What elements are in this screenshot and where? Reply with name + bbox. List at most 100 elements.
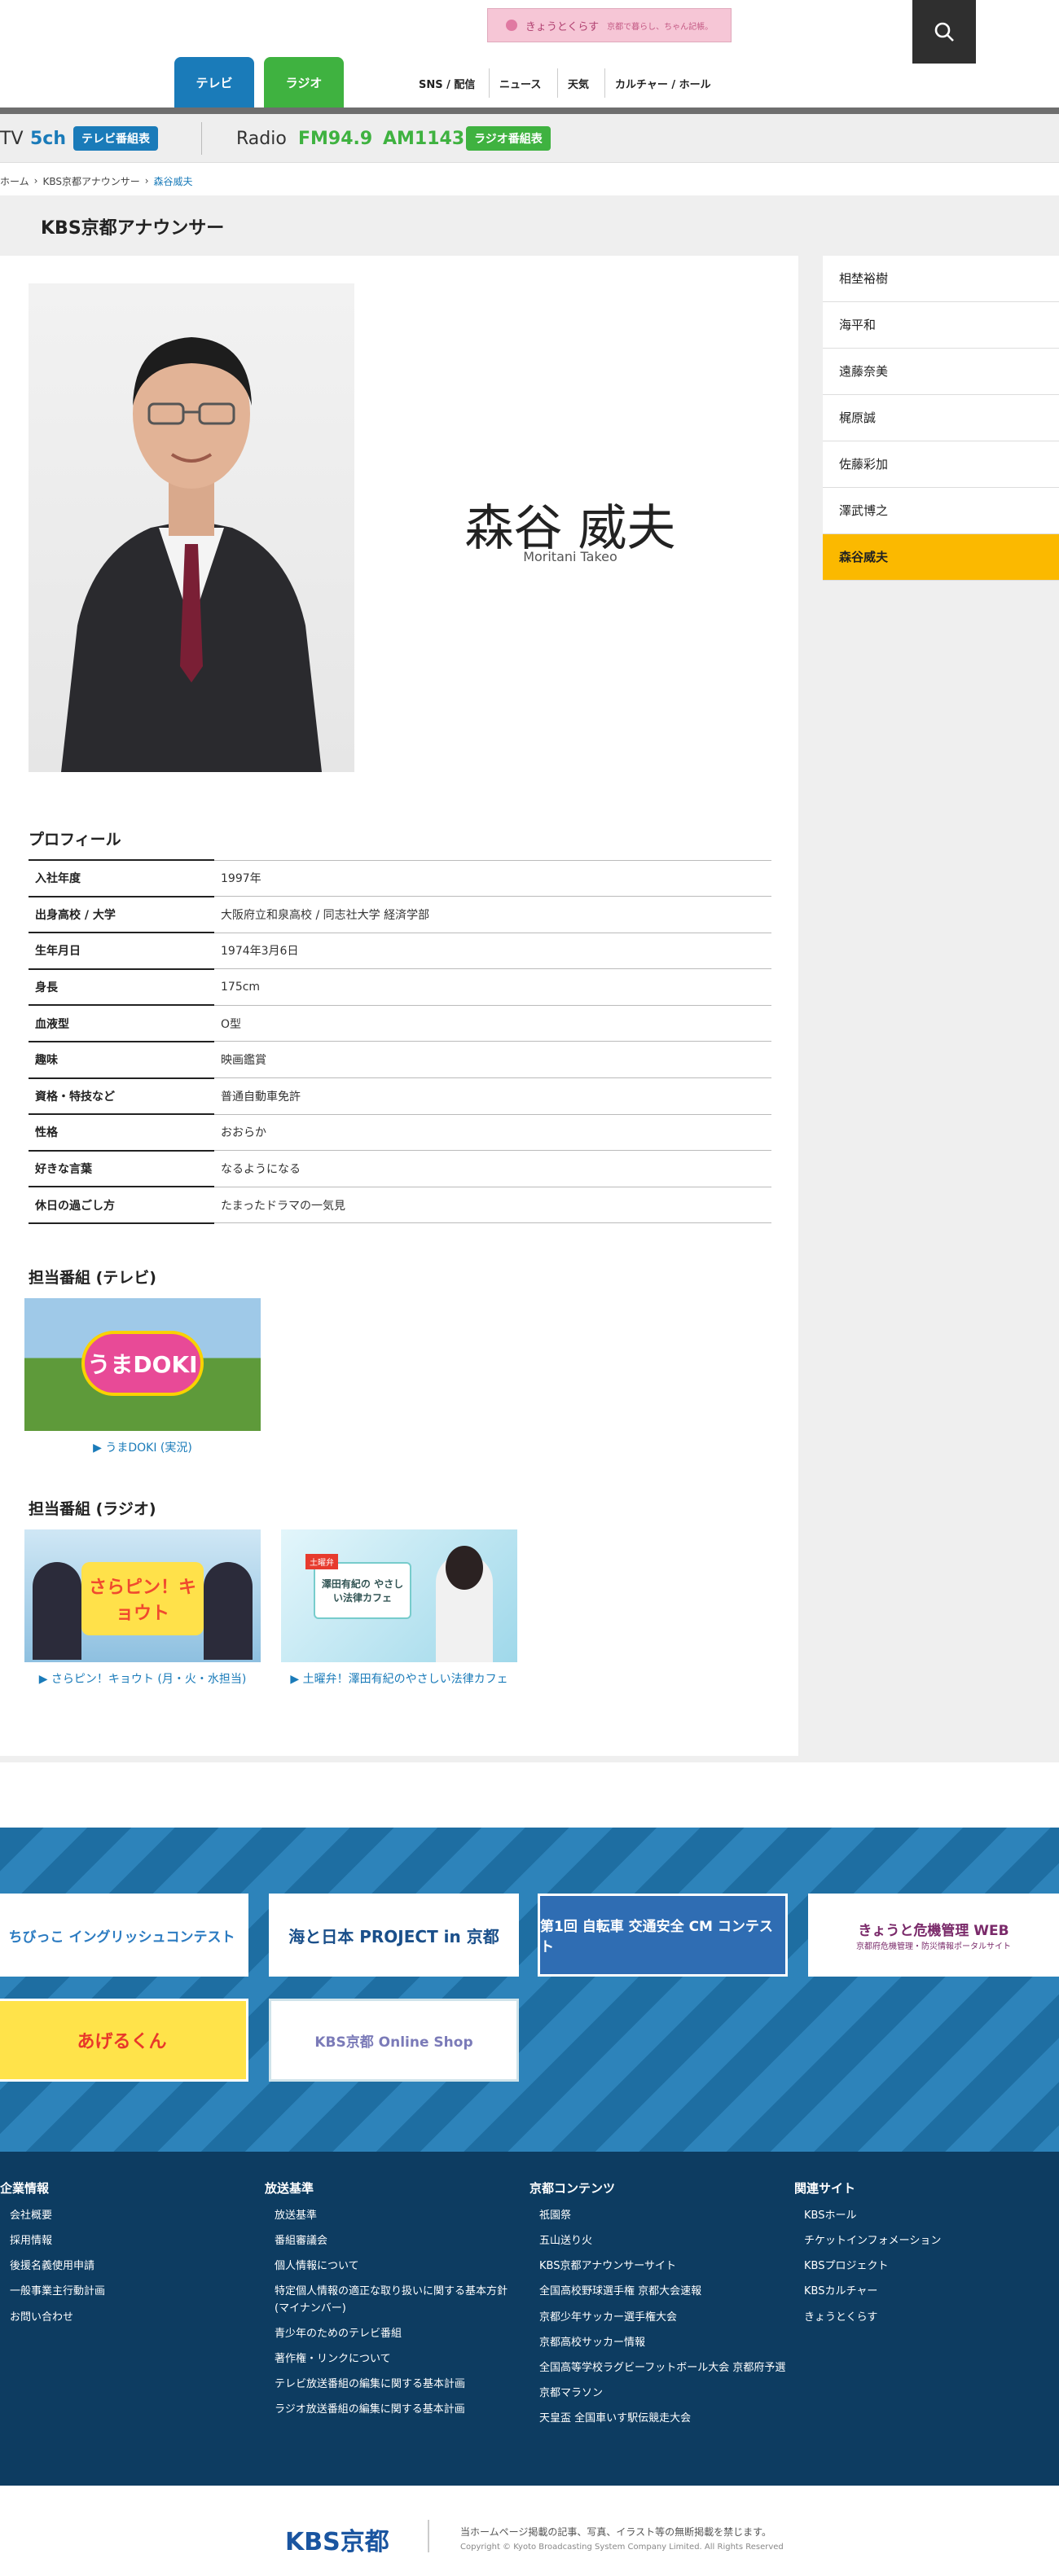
- channel-divider: [201, 122, 202, 155]
- search-button[interactable]: [912, 0, 976, 64]
- banner-online-shop[interactable]: KBS京都 Online Shop: [269, 1999, 519, 2082]
- sidebar-item-sato[interactable]: 佐藤彩加: [823, 441, 1059, 488]
- tv-programs-title: 担当番組 (テレビ): [29, 1269, 156, 1287]
- footer-link[interactable]: 放送基準: [265, 2208, 530, 2224]
- nav-weather[interactable]: 天気: [557, 68, 599, 98]
- footer-link[interactable]: 著作権・リンクについて: [265, 2351, 530, 2368]
- program-thumbnail: 澤田有紀の やさしい法律カフェ 土曜弁: [281, 1529, 517, 1662]
- breadcrumb-announcers[interactable]: KBS京都アナウンサー: [42, 174, 139, 188]
- footer-link[interactable]: 京都マラソン: [530, 2385, 794, 2402]
- footer-link[interactable]: KBS京都アナウンサーサイト: [530, 2258, 794, 2275]
- footer-link[interactable]: テレビ放送番組の編集に関する基本計画: [265, 2376, 530, 2393]
- profile-value: たまったドラマの一気見: [214, 1187, 771, 1224]
- banner-agerukun[interactable]: あげるくん: [0, 1999, 248, 2082]
- thumbnail-logo: さらピン！キョウト: [81, 1562, 204, 1635]
- nav-divider: [0, 108, 1059, 114]
- footer-link[interactable]: チケットインフォメーション: [794, 2233, 1059, 2249]
- sidebar-item-label: 森谷威夫: [839, 550, 889, 564]
- nav-culture-hall[interactable]: カルチャー / ホール: [604, 68, 721, 98]
- radio-schedule-button[interactable]: ラジオ番組表: [466, 126, 551, 151]
- profile-value: 普通自動車免許: [214, 1077, 771, 1115]
- profile-value: 大阪府立和泉高校 / 同志社大学 経済学部: [214, 896, 771, 933]
- sidebar-item-kajiwara[interactable]: 梶原誠: [823, 395, 1059, 441]
- footer-link[interactable]: 個人情報について: [265, 2258, 530, 2275]
- footer-link[interactable]: 全国高校野球選手権 京都大会速報: [530, 2284, 794, 2300]
- footer-link[interactable]: 番組審議会: [265, 2233, 530, 2249]
- breadcrumb-current[interactable]: 森谷威夫: [154, 174, 193, 188]
- caption-text: さらピン！キョウト (月・火・水担当): [51, 1673, 247, 1686]
- table-row: 資格・特技など 普通自動車免許: [29, 1077, 771, 1116]
- footer-link[interactable]: 青少年のためのテレビ番組: [265, 2326, 530, 2342]
- banner-kiki-kanri-web[interactable]: きょうと危機管理 WEB 京都府危機管理・防災情報ポータルサイト: [808, 1894, 1059, 1977]
- sidebar-item-sawatake[interactable]: 澤武博之: [823, 488, 1059, 534]
- footer-link[interactable]: 五山送り火: [530, 2233, 794, 2249]
- footer-link[interactable]: ラジオ放送番組の編集に関する基本計画: [265, 2402, 530, 2418]
- footer-link[interactable]: 会社概要: [0, 2208, 265, 2224]
- sidebar-item-kaihei[interactable]: 海平和: [823, 302, 1059, 349]
- sidebar-item-aino[interactable]: 相埜裕樹: [823, 256, 1059, 302]
- nav-news[interactable]: ニュース: [489, 68, 551, 98]
- banner-english-contest[interactable]: ちびっこ イングリッシュコンテスト: [0, 1894, 248, 1977]
- footer-link[interactable]: KBSホール: [794, 2208, 1059, 2224]
- nav-sns[interactable]: SNS / 配信: [409, 68, 485, 98]
- profile-key: 血液型: [29, 1005, 214, 1042]
- footer-link[interactable]: きょうとくらす: [794, 2310, 1059, 2326]
- footer-link[interactable]: 後援名義使用申請: [0, 2258, 265, 2275]
- tv-label: TV: [0, 128, 24, 149]
- table-row: 身長 175cm: [29, 968, 771, 1007]
- table-row: 性格 おおらか: [29, 1114, 771, 1152]
- caption-text: うまDOKI (実況): [105, 1442, 192, 1455]
- fm-frequency: FM94.9: [298, 128, 373, 149]
- sidebar-item-moritani[interactable]: 森谷威夫: [823, 534, 1059, 581]
- announcer-name-en: Moritani Takeo: [523, 549, 617, 564]
- play-icon: ▶: [290, 1673, 303, 1686]
- footer-link[interactable]: 全国高等学校ラグビーフットボール大会 京都府予選: [530, 2360, 794, 2376]
- table-row: 休日の過ごし方 たまったドラマの一気見: [29, 1187, 771, 1224]
- program-thumbnail: うまDOKI: [24, 1298, 261, 1431]
- tab-radio[interactable]: ラジオ: [264, 57, 344, 108]
- breadcrumb-home[interactable]: ホーム: [0, 174, 29, 188]
- kyoto-kurasu-banner[interactable]: きょうとくらす 京都で暮らし、ちゃん記帳。: [487, 8, 732, 42]
- footer-link[interactable]: KBSカルチャー: [794, 2284, 1059, 2300]
- host-figure-right: [204, 1562, 253, 1660]
- footer-link[interactable]: 天皇盃 全国車いす駅伝競走大会: [530, 2411, 794, 2427]
- thumbnail-badge: 土曜弁: [305, 1554, 338, 1569]
- page-title: KBS京都アナウンサー: [41, 218, 225, 239]
- banner-label: 海と日本 PROJECT in 京都: [288, 1926, 499, 1946]
- program-card-umadoki[interactable]: うまDOKI ▶ うまDOKI (実況): [24, 1298, 261, 1455]
- tab-tv[interactable]: テレビ: [174, 57, 254, 108]
- tv-schedule-button[interactable]: テレビ番組表: [73, 126, 158, 151]
- footer-link[interactable]: KBSプロジェクト: [794, 2258, 1059, 2275]
- banner-label: KBS京都 Online Shop: [314, 2034, 473, 2051]
- footer-link[interactable]: お問い合わせ: [0, 2310, 265, 2326]
- footer-col-company: 企業情報 会社概要 採用情報 後援名義使用申請 一般事業主行動計画 お問い合わせ: [0, 2179, 265, 2335]
- profile-value: 175cm: [214, 968, 771, 1006]
- footer-link[interactable]: 祇園祭: [530, 2208, 794, 2224]
- footer-col-related: 関連サイト KBSホール チケットインフォメーション KBSプロジェクト KBS…: [794, 2179, 1059, 2335]
- footer-link[interactable]: 採用情報: [0, 2233, 265, 2249]
- footer-col-kyoto-contents: 京都コンテンツ 祇園祭 五山送り火 KBS京都アナウンサーサイト 全国高校野球選…: [530, 2179, 794, 2436]
- sidebar-item-endo[interactable]: 遠藤奈美: [823, 349, 1059, 395]
- host-figure-left: [33, 1562, 81, 1660]
- profile-value: O型: [214, 1005, 771, 1042]
- banner-umi-to-nippon[interactable]: 海と日本 PROJECT in 京都: [269, 1894, 519, 1977]
- chevron-right-icon: ›: [144, 175, 149, 187]
- kbs-kyoto-logo[interactable]: KBS京都: [285, 2521, 389, 2557]
- am-frequency: AM1143: [383, 128, 465, 149]
- table-row: 血液型 O型: [29, 1005, 771, 1042]
- profile-table: 入社年度 1997年 出身高校 / 大学 大阪府立和泉高校 / 同志社大学 経済学部…: [29, 859, 771, 1224]
- footer-link[interactable]: 京都少年サッカー選手権大会: [530, 2310, 794, 2326]
- announcer-photo: [29, 283, 354, 772]
- profile-key: 身長: [29, 968, 214, 1007]
- banner-label: ちびっこ イングリッシュコンテスト: [8, 1929, 235, 1946]
- program-card-sarapin[interactable]: さらピン！キョウト ▶ さらピン！キョウト (月・火・水担当): [24, 1529, 261, 1687]
- banner-bicycle-cm-contest[interactable]: 第1回 自転車 交通安全 CM コンテスト: [538, 1894, 788, 1977]
- footer-link[interactable]: 一般事業主行動計画: [0, 2284, 265, 2300]
- footer-link[interactable]: 特定個人情報の適正な取り扱いに関する基本方針(マイナンバー): [265, 2284, 530, 2316]
- program-card-horitsu-cafe[interactable]: 澤田有紀の やさしい法律カフェ 土曜弁 ▶ 土曜弁！澤田有紀のやさしい法律カフェ: [281, 1529, 517, 1687]
- footer-link[interactable]: 京都高校サッカー情報: [530, 2335, 794, 2351]
- table-row: 出身高校 / 大学 大阪府立和泉高校 / 同志社大学 経済学部: [29, 896, 771, 934]
- banner-area: [0, 1828, 1059, 2152]
- program-caption: ▶ さらピン！キョウト (月・火・水担当): [24, 1670, 261, 1687]
- profile-key: 入社年度: [29, 859, 214, 897]
